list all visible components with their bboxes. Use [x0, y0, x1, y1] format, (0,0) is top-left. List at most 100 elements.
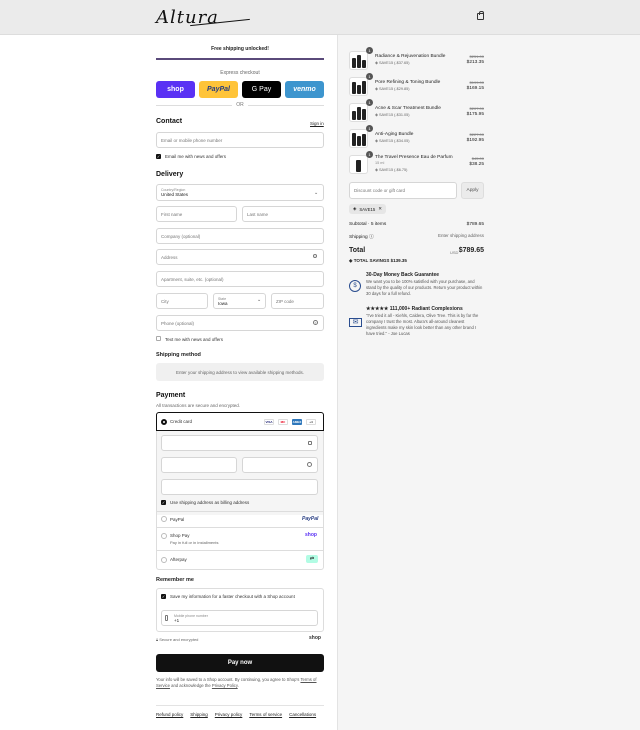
bottle-shape: [362, 134, 366, 146]
discount-code-input[interactable]: Discount code or gift card: [349, 182, 457, 199]
first-name-field[interactable]: First name: [156, 206, 237, 222]
secure-label: 🔒︎ Secure and encrypted: [156, 637, 198, 642]
last-name-field[interactable]: Last name: [242, 206, 324, 222]
chevron-down-icon: ⌄: [314, 190, 319, 196]
sign-in-link[interactable]: Sign in: [310, 121, 324, 126]
mastercard-icon: MC: [278, 419, 288, 425]
subtotal-value: $789.65: [466, 222, 484, 227]
item-name: Anti-Aging Bundle: [375, 132, 414, 137]
shipping-value: Enter shipping address: [437, 233, 484, 238]
billing-same-label: Use shipping address as billing address: [170, 500, 250, 505]
contact-heading: Contact: [156, 118, 183, 125]
card-number-field[interactable]: [161, 435, 318, 451]
product-thumbnail: [349, 77, 368, 96]
item-old-price: $251.00: [469, 54, 484, 59]
shopping-bag-icon[interactable]: [477, 11, 484, 20]
save-info-checkbox[interactable]: ✓: [161, 594, 166, 599]
text-me-checkbox[interactable]: [156, 336, 161, 341]
shop-pay-radio[interactable]: [161, 533, 167, 539]
item-discount: ◈ SAVE15 (-$34.05): [375, 138, 410, 143]
state-value: Iowa: [218, 300, 228, 306]
credit-card-radio[interactable]: [161, 419, 167, 425]
cancellations-link[interactable]: Cancellations: [289, 712, 316, 717]
item-price: $192.95: [466, 138, 484, 143]
item-discount-text: SAVE15 (-$6.75): [378, 168, 408, 172]
cart-item-1: [349, 77, 368, 96]
newsletter-label: Email me with news and offers: [165, 154, 226, 159]
privacy-policy-link[interactable]: Privacy policy: [215, 712, 243, 717]
remember-me-heading: Remember me: [156, 577, 194, 583]
credit-card-label: Credit card: [170, 419, 193, 424]
address-field[interactable]: Address: [156, 249, 324, 265]
amex-icon: AMEX: [292, 419, 302, 425]
shop-pay-express-button[interactable]: shop: [156, 81, 195, 98]
envelope-icon: ✉: [349, 318, 362, 327]
info-icon[interactable]: ⓘ: [369, 235, 374, 240]
brand-logo[interactable]: Altura: [156, 7, 219, 28]
country-select[interactable]: Country/Region United States: [156, 184, 324, 201]
venmo-express-button[interactable]: venmo: [285, 81, 324, 98]
paypal-radio[interactable]: [161, 516, 167, 522]
paypal-label: PayPal: [170, 517, 185, 522]
total-value: $789.65: [458, 247, 484, 254]
email-field[interactable]: Email or mobile phone number: [156, 132, 324, 148]
bottle-shape: [357, 55, 361, 68]
item-discount-text: SAVE15 (-$31.05): [378, 113, 410, 117]
refund-policy-link[interactable]: Refund policy: [156, 712, 183, 717]
savings-value: $139.35: [390, 258, 407, 263]
help-icon[interactable]: ?: [313, 320, 318, 325]
review-text: "I've tried it all - Kiehls, Caldera, Ol…: [366, 313, 479, 336]
secure-text: Secure and encrypted: [159, 637, 199, 642]
mobile-phone-field[interactable]: Mobile phone number +1: [161, 610, 318, 626]
bottle-shape: [352, 82, 356, 94]
item-discount-text: SAVE15 (-$37.65): [378, 61, 410, 65]
name-on-card-field[interactable]: [161, 479, 318, 495]
shipping-method-heading: Shipping method: [156, 352, 201, 358]
apply-discount-button[interactable]: Apply: [461, 182, 484, 199]
afterpay-radio[interactable]: [161, 557, 167, 563]
phone-field[interactable]: Phone (optional): [156, 315, 324, 331]
item-discount-text: SAVE15 (-$29.85): [378, 87, 410, 91]
company-field[interactable]: Company (optional): [156, 228, 324, 244]
quantity-badge: 1: [366, 73, 373, 80]
text-me-label: Text me with news and offers: [165, 337, 223, 342]
product-thumbnail: [349, 155, 368, 174]
afterpay-logo-icon: ⇄: [306, 555, 318, 563]
item-discount: ◈ SAVE15 (-$6.75): [375, 167, 407, 172]
item-price: $213.35: [466, 60, 484, 65]
shipping-link[interactable]: Shipping: [190, 712, 208, 717]
close-icon[interactable]: ✕: [378, 206, 382, 212]
paypal-express-button[interactable]: PayPal: [199, 81, 238, 98]
gpay-express-button[interactable]: G Pay: [242, 81, 281, 98]
shop-pay-subtitle: Pay in full or in installments: [170, 540, 219, 545]
city-field[interactable]: City: [156, 293, 208, 309]
afterpay-label: Afterpay: [170, 557, 187, 562]
phone-icon: [165, 615, 168, 621]
quantity-badge: 1: [366, 99, 373, 106]
shop-pay-logo: shop: [305, 532, 317, 538]
payment-subtitle: All transactions are secure and encrypte…: [156, 403, 241, 408]
help-icon[interactable]: [307, 462, 312, 467]
guarantee-text: We want you to be 100% satisfied with yo…: [366, 279, 483, 296]
item-variant: 15 ml: [375, 161, 385, 165]
bottle-shape: [357, 107, 361, 120]
pay-now-button[interactable]: Pay now: [156, 654, 324, 672]
guarantee-title: 30-Day Money Back Guarantee: [366, 272, 440, 278]
chevron-down-icon: ⌄: [257, 297, 262, 303]
item-discount: ◈ SAVE15 (-$37.65): [375, 60, 410, 65]
cart-item-2: [349, 103, 368, 122]
cart-item-3: [349, 129, 368, 148]
newsletter-checkbox[interactable]: ✓: [156, 154, 161, 159]
legal-and: and acknowledge the: [171, 683, 211, 689]
search-icon: [313, 254, 317, 258]
apartment-field[interactable]: Apartment, suite, etc. (optional): [156, 271, 324, 287]
quantity-badge: 1: [366, 151, 373, 158]
zip-field[interactable]: ZIP code: [271, 293, 324, 309]
privacy-link[interactable]: Privacy Policy: [212, 683, 238, 688]
billing-same-checkbox[interactable]: ✓: [161, 500, 166, 505]
item-old-price: $45.00: [471, 156, 484, 161]
terms-of-service-link[interactable]: Terms of service: [249, 712, 282, 717]
expiration-field[interactable]: [161, 457, 237, 473]
bottle-shape: [357, 136, 361, 146]
free-shipping-banner: Free shipping unlocked!: [211, 46, 269, 52]
